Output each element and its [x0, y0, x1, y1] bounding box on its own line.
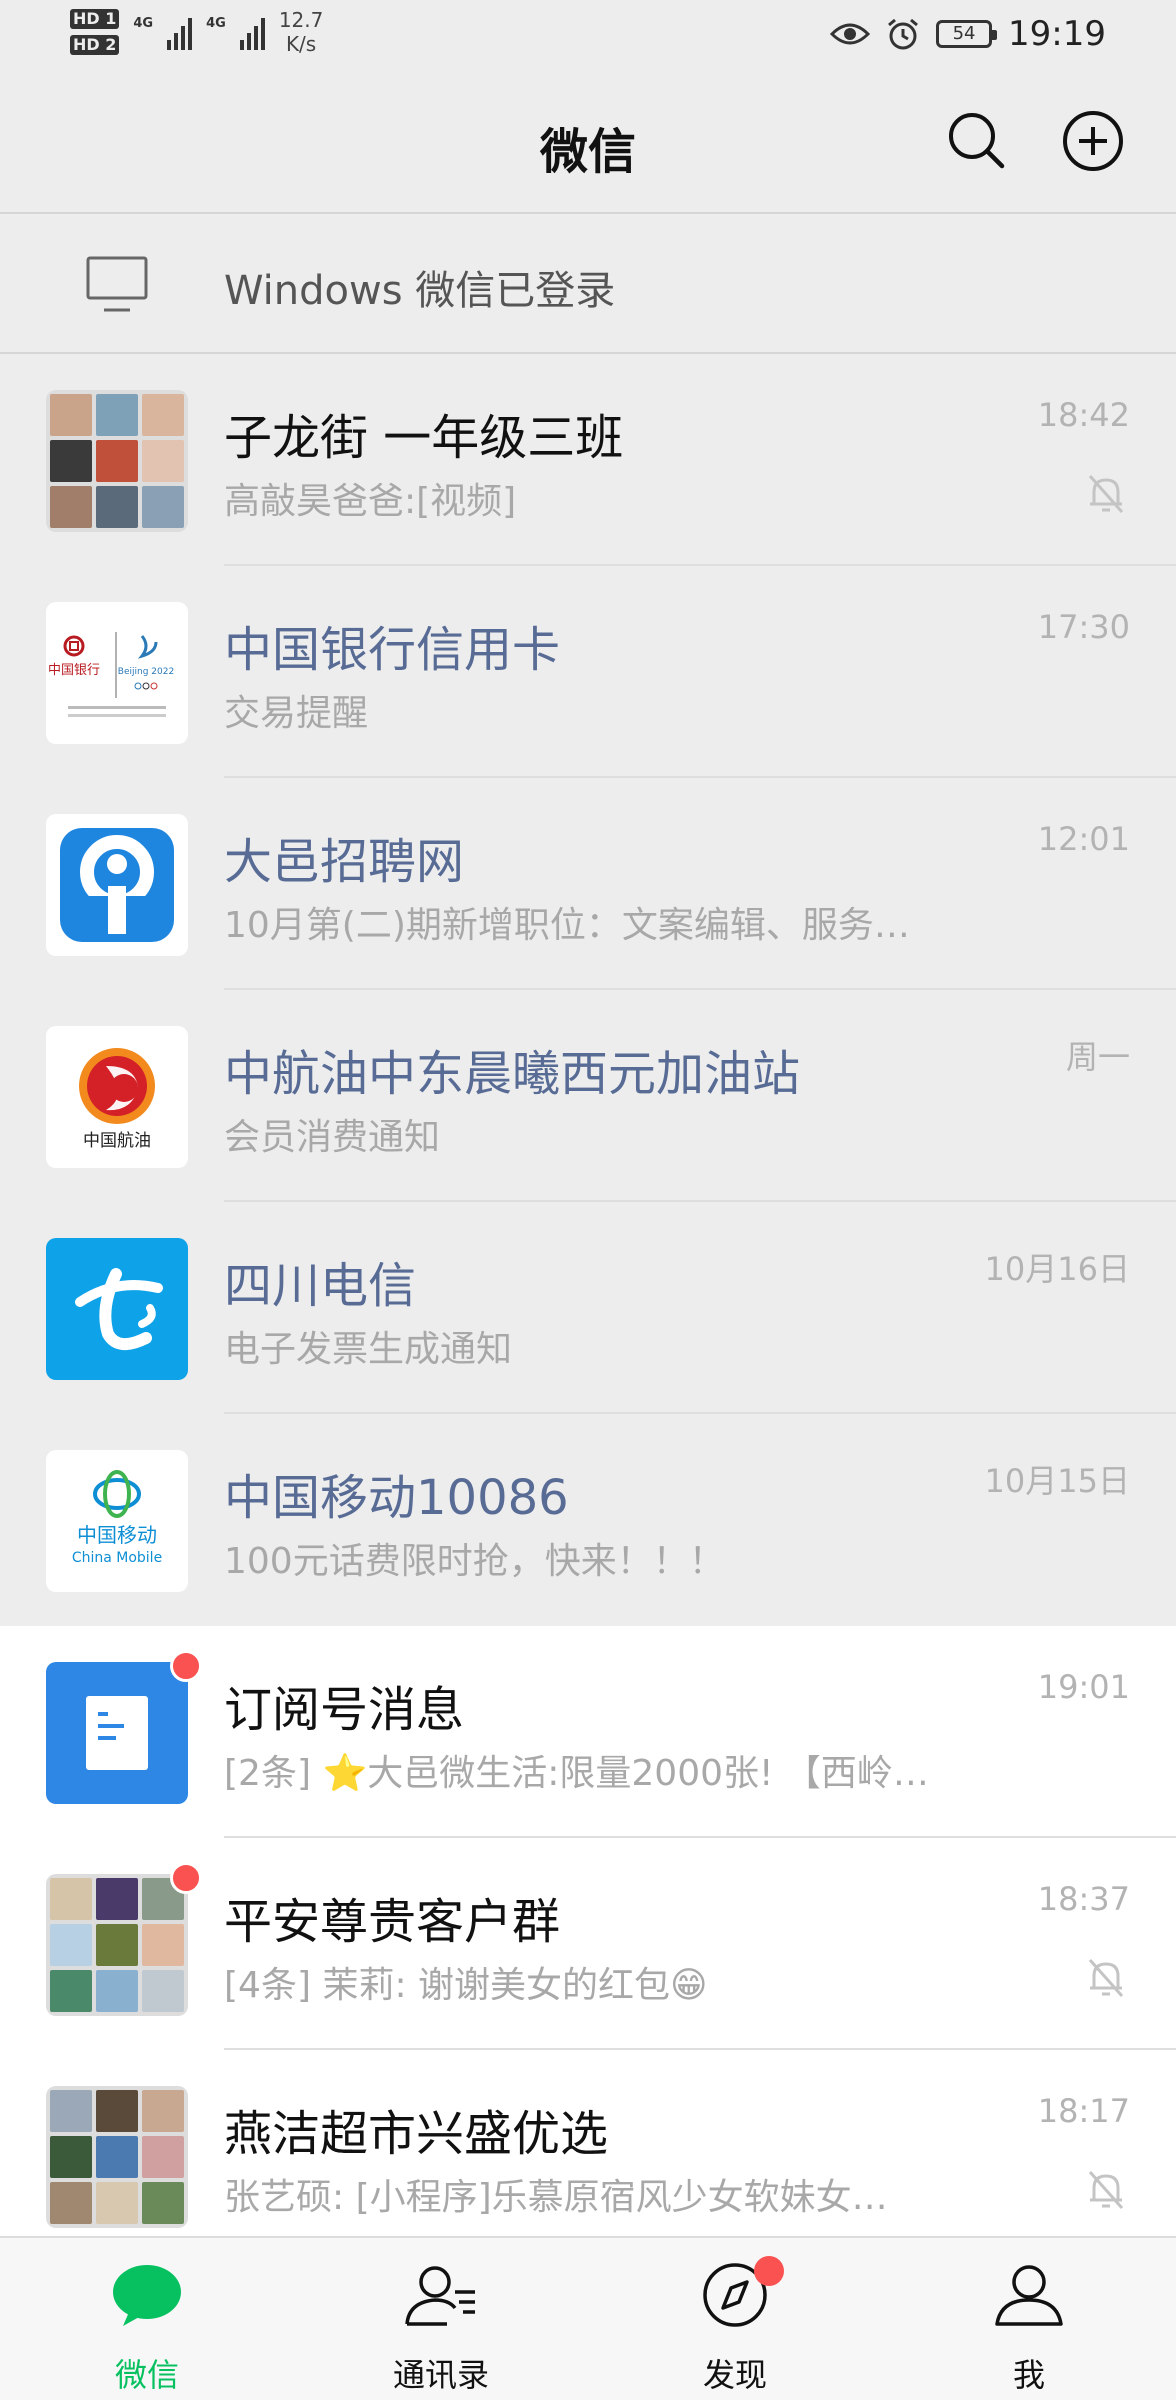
bottom-tab-bar: 微信 通讯录 发现 我 — [0, 2236, 1176, 2400]
windows-login-banner[interactable]: Windows 微信已登录 — [0, 214, 1176, 354]
chat-time: 18:17 — [1037, 2092, 1130, 2130]
chat-time: 18:42 — [1037, 396, 1130, 434]
boc-sub: Beijing 2022 — [118, 667, 174, 677]
sim1-label: HD 1 — [70, 9, 120, 29]
chat-preview: 10月第(二)期新增职位：文案编辑、服务… — [224, 905, 910, 946]
chat-item[interactable]: 中国航油 中航油中东晨曦西元加油站 会员消费通知 周一 — [0, 990, 1176, 1202]
status-left: HD 1 HD 2 4G 4G 12.7 K/s — [70, 8, 323, 56]
cmcc-en: China Mobile — [72, 1550, 162, 1566]
boc-name: 中国银行 — [48, 663, 100, 678]
eye-icon — [830, 23, 871, 45]
signal-icon — [167, 14, 193, 50]
sim-indicators: HD 1 HD 2 — [70, 9, 120, 55]
status-right: 54 19:19 — [830, 14, 1106, 54]
chat-preview: 张艺硕: [小程序]乐慕原宿风少女软妹女… — [224, 2177, 888, 2218]
group-avatar — [46, 1874, 188, 2016]
tab-label: 我 — [1012, 2356, 1045, 2394]
chat-name: 中国移动10086 — [224, 1470, 569, 1526]
chat-item[interactable]: 大邑招聘网 10月第(二)期新增职位：文案编辑、服务… 12:01 — [0, 778, 1176, 990]
chat-preview: 会员消费通知 — [224, 1117, 441, 1158]
chat-time: 18:37 — [1037, 1880, 1130, 1918]
chat-item[interactable]: 中国银行 Beijing 2022 中国银行信用卡 交易提醒 17:30 — [0, 566, 1176, 778]
tab-label: 通讯录 — [392, 2356, 489, 2394]
chat-list: 子龙街 一年级三班 高敲昊爸爸:[视频] 18:42 中国银行 Beijing … — [0, 354, 1176, 2262]
chat-name: 订阅号消息 — [224, 1682, 465, 1738]
chat-name: 中航油中东晨曦西元加油站 — [224, 1046, 801, 1102]
status-bar: HD 1 HD 2 4G 4G 12.7 K/s 54 19:19 — [0, 0, 1176, 72]
chat-time: 10月16日 — [984, 1250, 1130, 1288]
alarm-icon — [888, 18, 918, 50]
discover-badge-dot — [754, 2256, 784, 2286]
chat-name: 子龙街 一年级三班 — [224, 410, 624, 466]
chat-name: 平安尊贵客户群 — [224, 1894, 561, 1950]
chat-name: 大邑招聘网 — [224, 834, 465, 890]
tab-me[interactable]: 我 — [882, 2238, 1176, 2400]
group-avatar — [46, 2086, 188, 2228]
top-nav-bar: 微信 — [0, 72, 1176, 214]
chat-item[interactable]: 燕洁超市兴盛优选 张艺硕: [小程序]乐慕原宿风少女软妹女… 18:17 — [0, 2050, 1176, 2262]
plus-circle-icon[interactable] — [1062, 110, 1124, 172]
group-avatar — [46, 390, 188, 532]
tab-discover[interactable]: 发现 — [588, 2238, 882, 2400]
chat-preview: 高敲昊爸爸:[视频] — [224, 481, 517, 522]
chat-item[interactable]: 平安尊贵客户群 [4条] 茉莉: 谢谢美女的红包😁 18:37 — [0, 1838, 1176, 2050]
cnaf-name: 中国航油 — [83, 1131, 151, 1151]
chat-item[interactable]: 四川电信 电子发票生成通知 10月16日 — [0, 1202, 1176, 1414]
network-speed: 12.7 K/s — [279, 8, 324, 56]
network-type-1: 4G — [133, 16, 154, 31]
chat-item[interactable]: 订阅号消息 [2条] ⭐大邑微生活:限量2000张! 【西岭… 19:01 — [0, 1626, 1176, 1838]
chat-preview: [4条] 茉莉: 谢谢美女的红包😁 — [224, 1965, 708, 2006]
dayi-logo — [46, 814, 188, 956]
monitor-icon — [86, 256, 148, 312]
chat-time: 12:01 — [1037, 820, 1130, 858]
chat-item[interactable]: 中国移动 China Mobile 中国移动10086 100元话费限时抢，快来… — [0, 1414, 1176, 1626]
cnaf-logo: 中国航油 — [46, 1026, 188, 1168]
chat-bubble-icon — [113, 2265, 181, 2326]
chat-preview: 电子发票生成通知 — [224, 1329, 513, 1370]
battery-icon: 54 — [936, 20, 998, 48]
tab-chats[interactable]: 微信 — [0, 2238, 294, 2400]
chat-time: 19:01 — [1037, 1668, 1130, 1706]
chat-name: 四川电信 — [224, 1258, 417, 1314]
network-type-2: 4G — [206, 16, 226, 31]
search-icon[interactable] — [946, 110, 1006, 170]
chat-name: 燕洁超市兴盛优选 — [224, 2106, 609, 2162]
contacts-icon — [405, 2266, 475, 2326]
chat-preview: 100元话费限时抢，快来！！！ — [224, 1541, 725, 1582]
tab-label: 微信 — [114, 2356, 179, 2394]
telecom-logo — [46, 1238, 188, 1380]
unread-dot — [170, 1650, 202, 1682]
signal-icon — [239, 14, 265, 50]
speed-value: 12.7 — [278, 8, 324, 32]
mute-bell-icon — [1088, 2171, 1124, 2209]
china-mobile-logo: 中国移动 China Mobile — [46, 1450, 188, 1592]
chat-name: 中国银行信用卡 — [224, 622, 561, 678]
chat-time: 17:30 — [1037, 608, 1130, 646]
tab-contacts[interactable]: 通讯录 — [294, 2238, 588, 2400]
login-notice-text: Windows 微信已登录 — [224, 268, 616, 314]
cmcc-cn: 中国移动 — [77, 1523, 157, 1547]
chat-item[interactable]: 子龙街 一年级三班 高敲昊爸爸:[视频] 18:42 — [0, 354, 1176, 566]
boc-logo: 中国银行 Beijing 2022 — [46, 602, 188, 744]
chat-preview: 交易提醒 — [224, 693, 369, 734]
subscription-icon — [46, 1662, 188, 1804]
chat-time: 周一 — [1065, 1038, 1130, 1076]
mute-bell-icon — [1088, 475, 1124, 513]
status-time: 19:19 — [1008, 14, 1106, 54]
tab-label: 发现 — [702, 2356, 767, 2394]
chat-time: 10月15日 — [984, 1462, 1130, 1500]
mute-bell-icon — [1088, 1959, 1124, 1997]
speed-unit: K/s — [285, 32, 317, 56]
sim2-label: HD 2 — [70, 35, 120, 55]
person-icon — [995, 2265, 1063, 2326]
unread-dot — [170, 1862, 202, 1894]
chat-preview: [2条] ⭐大邑微生活:限量2000张! 【西岭… — [224, 1753, 929, 1794]
